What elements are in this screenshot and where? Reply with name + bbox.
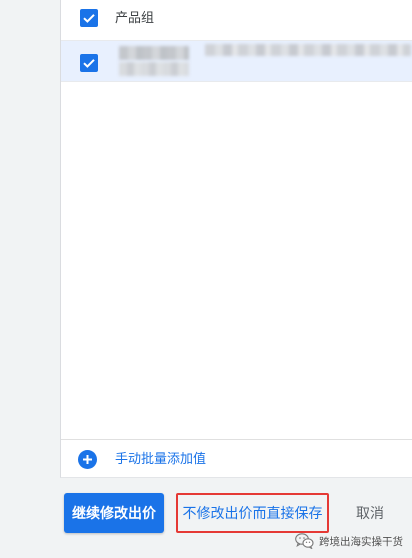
check-mark-icon	[80, 54, 98, 72]
selection-panel: 产品组 手动批量添加值	[60, 0, 412, 478]
checkbox-checked-icon[interactable]	[80, 9, 98, 27]
red-annotation-box: 不修改出价而直接保存	[176, 493, 329, 533]
watermark-text: 跨境出海实操干货	[319, 535, 403, 548]
wechat-icon	[295, 533, 314, 549]
continue-edit-bid-button[interactable]: 继续修改出价	[64, 493, 164, 533]
add-values-label: 手动批量添加值	[115, 451, 207, 466]
list-item-product-group[interactable]: 产品组	[61, 0, 412, 41]
list-item-selected[interactable]	[61, 41, 412, 82]
checkbox-checked-icon[interactable]	[80, 54, 98, 72]
blurred-text	[119, 46, 189, 60]
plus-icon	[78, 450, 97, 469]
blurred-text	[205, 44, 411, 56]
list-item-label: 产品组	[115, 10, 155, 25]
add-circle-icon[interactable]	[78, 450, 97, 469]
save-without-bid-change-button[interactable]: 不修改出价而直接保存	[178, 495, 327, 531]
add-values-manually-button[interactable]: 手动批量添加值	[61, 440, 412, 477]
watermark: 跨境出海实操干货	[295, 533, 403, 549]
check-mark-icon	[80, 9, 98, 27]
cancel-button[interactable]: 取消	[348, 496, 392, 530]
blurred-text	[119, 62, 189, 76]
